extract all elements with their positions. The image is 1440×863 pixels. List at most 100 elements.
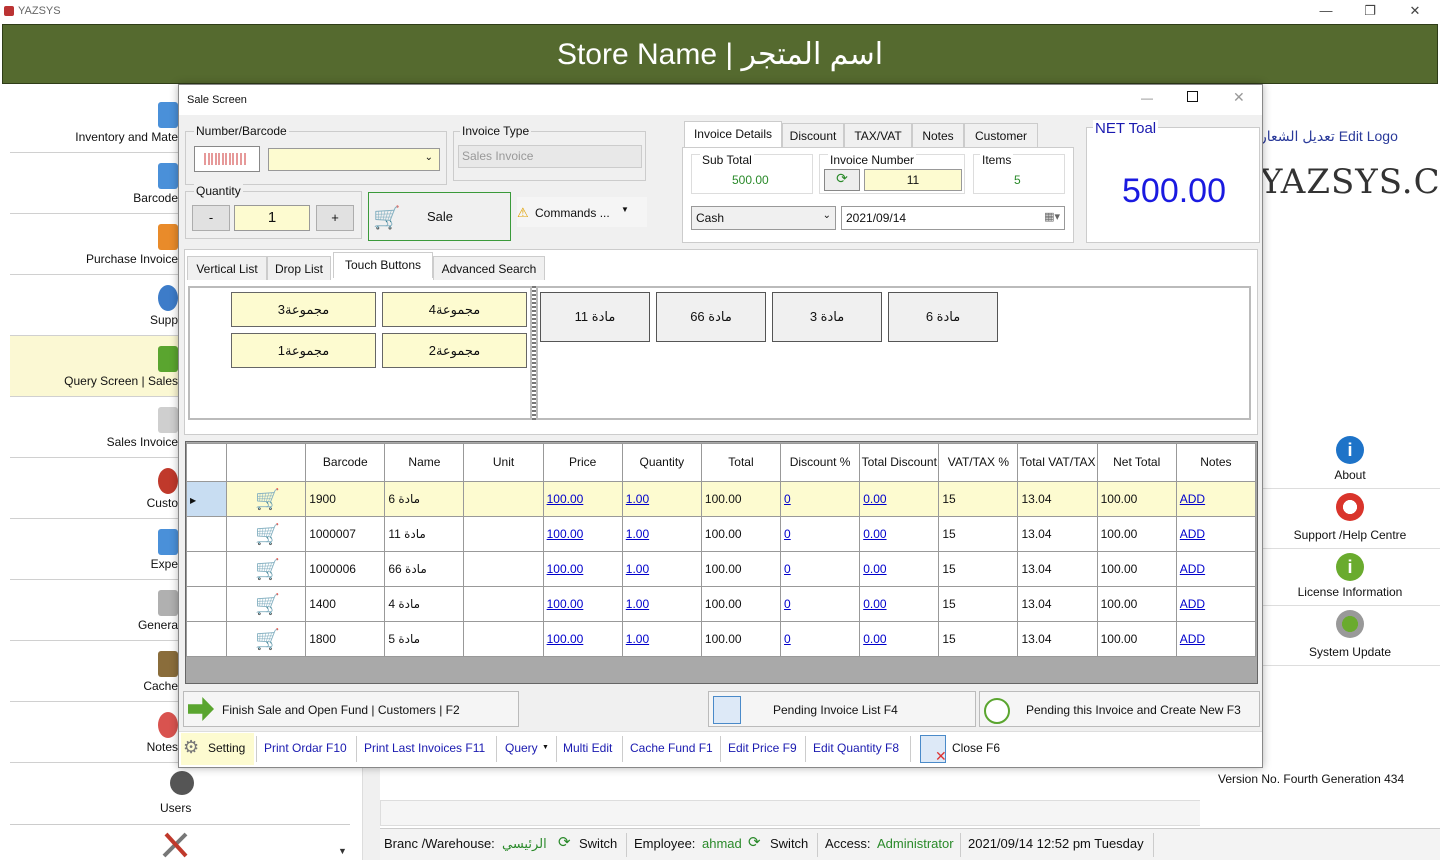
restore-icon[interactable]: ❐ <box>1360 3 1380 21</box>
col-discount-pct[interactable]: Discount % <box>780 443 861 482</box>
cell-notes[interactable]: ADD <box>1175 516 1257 552</box>
remove-item-cart-icon[interactable]: 🛒 <box>226 621 307 657</box>
dialog-minimize-icon[interactable]: — <box>1141 91 1153 105</box>
cell-notes[interactable]: ADD <box>1175 481 1257 517</box>
cell-link-tdisc[interactable]: 0.00 <box>863 597 886 611</box>
product-button[interactable]: مادة 6 <box>888 292 998 342</box>
sidebar-item-general[interactable]: Genera <box>10 580 178 641</box>
cell-notes[interactable]: ADD <box>1175 621 1257 657</box>
product-button[interactable]: مادة 66 <box>656 292 766 342</box>
cell-link-disc[interactable]: 0 <box>784 597 791 611</box>
remove-item-cart-icon[interactable]: 🛒 <box>226 551 307 587</box>
tab-tax-vat[interactable]: TAX/VAT <box>844 123 912 147</box>
col-total[interactable]: Total <box>700 443 782 482</box>
sidebar-item-users[interactable]: Users <box>10 763 350 825</box>
invoice-type-select[interactable]: Sales Invoice <box>458 145 642 168</box>
cell-link-qty[interactable]: 1.00 <box>626 597 649 611</box>
cell-qty[interactable]: 1.00 <box>621 481 702 517</box>
license-item[interactable]: i License Information <box>1260 549 1440 606</box>
group-button[interactable]: مجموعة4 <box>382 292 527 327</box>
cell-link-qty[interactable]: 1.00 <box>626 492 649 506</box>
cell-notes[interactable]: ADD <box>1175 586 1257 622</box>
cell-disc[interactable]: 0 <box>780 516 861 552</box>
cell-disc[interactable]: 0 <box>780 586 861 622</box>
tab-customer[interactable]: Customer <box>964 123 1038 147</box>
switch-branch-icon[interactable]: ⟳ <box>558 833 571 851</box>
remove-item-cart-icon[interactable]: 🛒 <box>226 516 307 552</box>
sidebar-item-expenses[interactable]: Expe <box>10 519 178 580</box>
product-button[interactable]: مادة 11 <box>540 292 650 342</box>
refresh-icon[interactable]: ⟳ <box>824 169 860 191</box>
barcode-combo[interactable]: ⌄ <box>268 148 440 171</box>
product-button[interactable]: مادة 3 <box>772 292 882 342</box>
table-row[interactable]: 🛒 1400 مادة 4 100.00 1.00 100.00 0 0.00 15 13.04 1… <box>185 586 1257 622</box>
sidebar-item-cache[interactable]: Cache <box>10 641 178 702</box>
cell-disc[interactable]: 0 <box>780 621 861 657</box>
cell-link-notes[interactable]: ADD <box>1180 527 1205 541</box>
quantity-input[interactable]: 1 <box>234 205 310 231</box>
tab-notes[interactable]: Notes <box>912 123 964 147</box>
close-button[interactable]: ✕ Close F6 <box>918 733 1002 765</box>
switch-employee-icon[interactable]: ⟳ <box>748 833 761 851</box>
col-name[interactable]: Name <box>384 443 465 482</box>
cell-link-price[interactable]: 100.00 <box>547 527 584 541</box>
sidebar-item-suppliers[interactable]: Supp <box>10 275 178 336</box>
cell-qty[interactable]: 1.00 <box>621 516 702 552</box>
tab-drop-list[interactable]: Drop List <box>267 256 331 280</box>
col-total-discount[interactable]: Total Discount <box>859 443 940 482</box>
cell-qty[interactable]: 1.00 <box>621 621 702 657</box>
table-row[interactable]: 🛒 1000007 مادة 11 100.00 1.00 100.00 0 0.00 15 13… <box>185 516 1257 552</box>
cell-link-notes[interactable]: ADD <box>1180 597 1205 611</box>
table-row[interactable]: ▶ 🛒 1900 مادة 6 100.00 1.00 100.00 0 0.00 15 13.04… <box>185 481 1257 517</box>
group-button[interactable]: مجموعة2 <box>382 333 527 368</box>
commands-button[interactable]: ⚠ Commands ... ▼ <box>517 197 647 227</box>
calendar-icon[interactable]: ▦▾ <box>1044 210 1060 223</box>
quantity-minus-button[interactable]: - <box>192 205 230 231</box>
quantity-plus-button[interactable]: + <box>316 205 354 231</box>
cell-disc[interactable]: 0 <box>780 481 861 517</box>
col-notes[interactable]: Notes <box>1175 443 1257 482</box>
cell-tdisc[interactable]: 0.00 <box>859 586 940 622</box>
about-item[interactable]: i About <box>1260 432 1440 489</box>
pending-list-button[interactable]: Pending Invoice List F4 <box>708 691 976 727</box>
cell-link-disc[interactable]: 0 <box>784 632 791 646</box>
remove-item-cart-icon[interactable]: 🛒 <box>226 586 307 622</box>
col-unit[interactable]: Unit <box>463 443 544 482</box>
sidebar-item-customers[interactable]: Custo <box>10 458 178 519</box>
table-row[interactable]: 🛒 1800 مادة 5 100.00 1.00 100.00 0 0.00 15 13.04 1… <box>185 621 1257 657</box>
print-order-link[interactable]: Print Ordar F10 <box>264 741 347 755</box>
cell-notes[interactable]: ADD <box>1175 551 1257 587</box>
edit-quantity-link[interactable]: Edit Quantity F8 <box>813 741 899 755</box>
cell-link-tdisc[interactable]: 0.00 <box>863 527 886 541</box>
cell-link-disc[interactable]: 0 <box>784 527 791 541</box>
sidebar-item-sales-invoice[interactable]: Sales Invoice <box>10 397 178 458</box>
setting-button[interactable]: ⚙ Setting <box>181 733 254 765</box>
row-header[interactable]: ▶ <box>185 481 228 517</box>
col-vat-pct[interactable]: VAT/TAX % <box>938 443 1019 482</box>
print-last-invoices-link[interactable]: Print Last Invoices F11 <box>364 741 485 755</box>
table-row[interactable]: 🛒 1000006 مادة 66 100.00 1.00 100.00 0 0.00 15 13… <box>185 551 1257 587</box>
cell-link-disc[interactable]: 0 <box>784 562 791 576</box>
col-price[interactable]: Price <box>542 443 623 482</box>
row-header[interactable] <box>185 516 228 552</box>
cell-link-notes[interactable]: ADD <box>1180 492 1205 506</box>
edit-price-link[interactable]: Edit Price F9 <box>728 741 797 755</box>
dialog-close-icon[interactable]: ✕ <box>1233 89 1245 106</box>
invoice-number-input[interactable]: 11 <box>864 169 962 191</box>
cell-price[interactable]: 100.00 <box>542 516 623 552</box>
tab-touch-buttons[interactable]: Touch Buttons <box>333 252 433 278</box>
cell-link-qty[interactable]: 1.00 <box>626 632 649 646</box>
cell-link-tdisc[interactable]: 0.00 <box>863 562 886 576</box>
cell-link-price[interactable]: 100.00 <box>547 492 584 506</box>
finish-sale-button[interactable]: Finish Sale and Open Fund | Customers | … <box>183 691 519 727</box>
sidebar-item-notes[interactable]: Notes <box>10 702 178 763</box>
support-item[interactable]: Support /Help Centre <box>1260 489 1440 549</box>
group-button[interactable]: مجموعة3 <box>231 292 376 327</box>
sidebar-item-query-screen[interactable]: Query Screen | Sales <box>10 336 178 397</box>
tab-discount[interactable]: Discount <box>782 123 844 147</box>
switch-branch-button[interactable]: Switch <box>579 836 617 851</box>
col-total-vat[interactable]: Total VAT/TAX <box>1017 443 1098 482</box>
cell-link-notes[interactable]: ADD <box>1180 632 1205 646</box>
col-barcode[interactable]: Barcode <box>305 443 386 482</box>
pending-new-button[interactable]: Pending this Invoice and Create New F3 <box>979 691 1260 727</box>
